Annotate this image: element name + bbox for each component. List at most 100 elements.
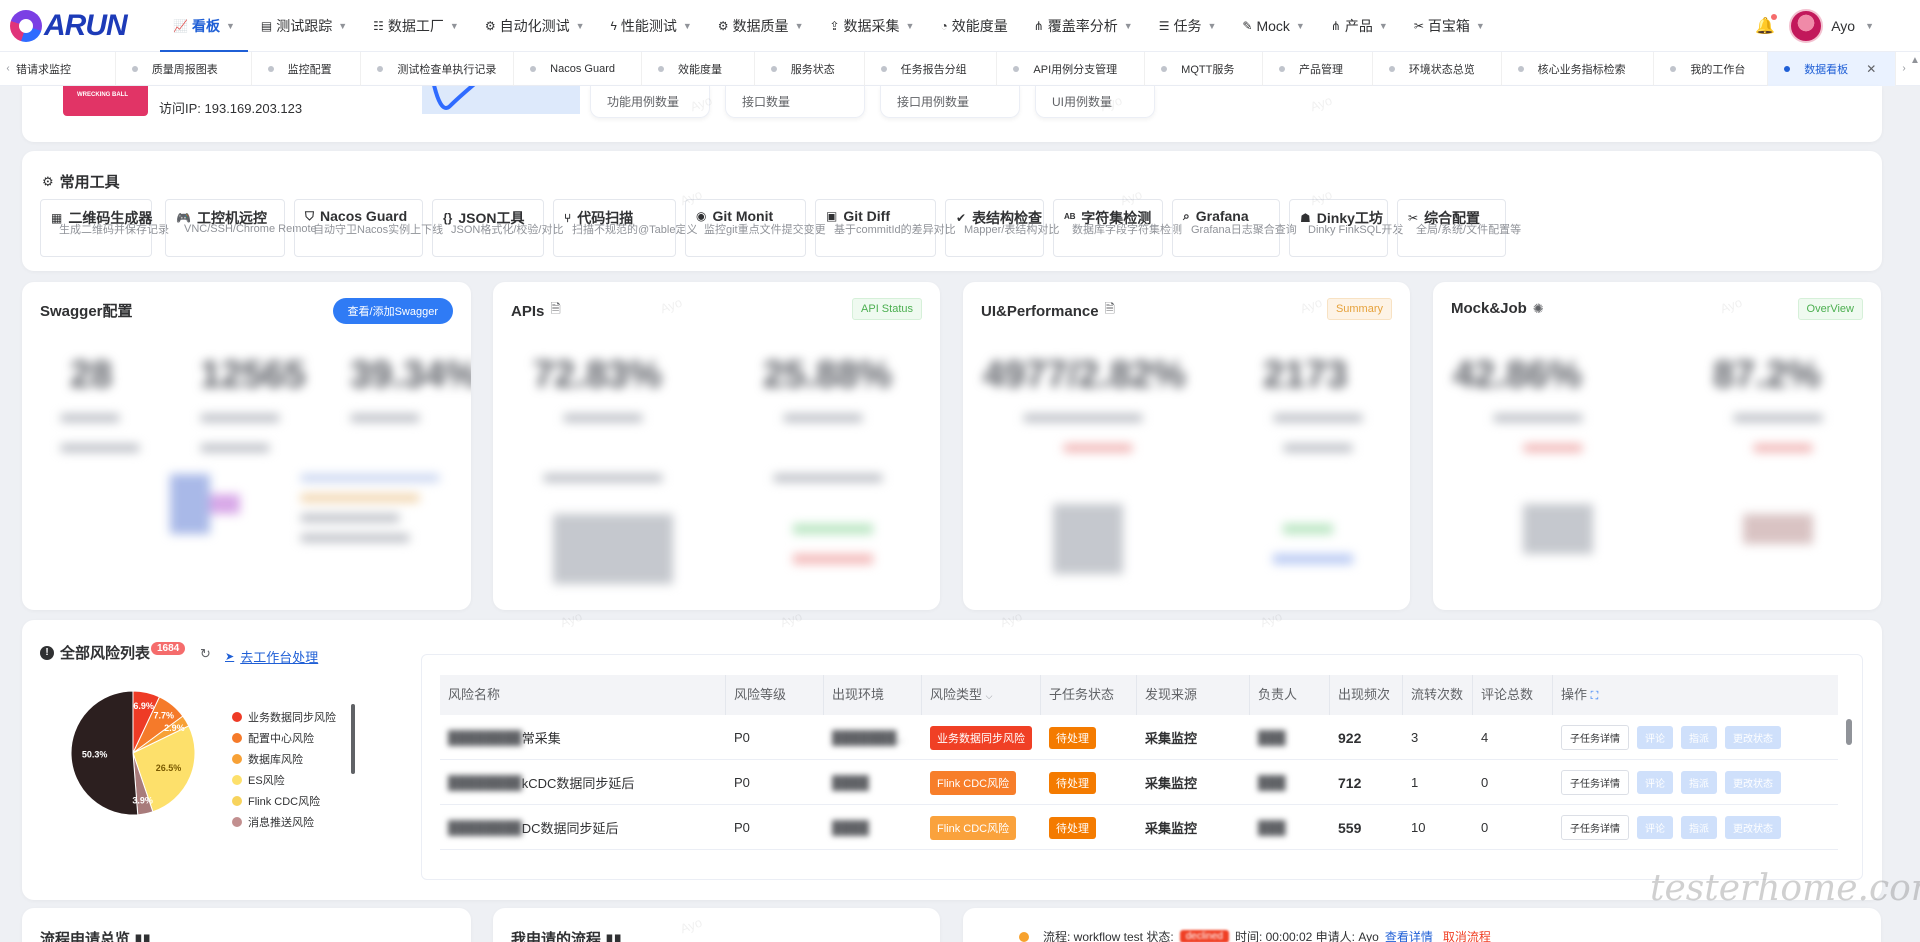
legend-item[interactable]: Flink CDC风险 <box>232 790 336 811</box>
refresh-icon[interactable]: ↻ <box>200 646 211 662</box>
tab[interactable]: 数据看板 ✕ <box>1768 51 1896 86</box>
nav-item[interactable]: ▤ 测试跟踪 ▼ <box>248 0 360 52</box>
avatar[interactable] <box>1789 9 1824 43</box>
nav-item[interactable]: ϟ 性能测试 ▼ <box>598 0 705 52</box>
tab[interactable]: 任务报告分组 <box>865 51 998 86</box>
tool-card[interactable]: ✂ 综合配置 全局/系统/文件配置等 <box>1397 199 1521 257</box>
row-action-button[interactable]: 指派 <box>1681 816 1717 839</box>
view-detail-link[interactable]: 查看详情 <box>1385 928 1433 942</box>
row-action-button[interactable]: 子任务详情 <box>1561 815 1629 840</box>
column-header[interactable]: 风险名称 <box>440 675 726 715</box>
tool-card[interactable]: ⑂ 代码扫描 扫描不规范的@Table定义 <box>553 199 697 257</box>
legend-item[interactable]: 数据库风险 <box>232 748 336 769</box>
column-header[interactable]: 风险等级 <box>726 675 824 715</box>
cancel-flow-link[interactable]: 取消流程 <box>1443 928 1491 942</box>
fullscreen-icon[interactable]: ⛶ <box>1591 690 1599 702</box>
close-icon[interactable]: ✕ <box>1866 62 1876 76</box>
column-header[interactable]: 流转次数 <box>1403 675 1473 715</box>
tab[interactable]: 核心业务指标检索 <box>1502 51 1655 86</box>
tab[interactable]: 我的工作台 <box>1654 51 1769 86</box>
stat-ui-cases[interactable]: UI用例数量 <box>1035 86 1155 118</box>
row-action-button[interactable]: 评论 <box>1637 726 1673 749</box>
column-header[interactable]: 操作 ⛶ <box>1553 675 1838 715</box>
view-add-swagger-button[interactable]: 查看/添加Swagger <box>332 298 453 324</box>
row-action-button[interactable]: 更改状态 <box>1725 816 1781 839</box>
row-action-button[interactable]: 评论 <box>1637 816 1673 839</box>
nav-item[interactable]: ⚙ 自动化测试 ▼ <box>472 0 598 52</box>
nav-item[interactable]: ◔ 效能度量 <box>927 0 1020 52</box>
table-row[interactable]: ████████ 常采集 P0 ███████.. 业务数据同步风险 待处理 采集监控 ███… <box>440 715 1838 760</box>
column-header[interactable]: 出现频次 <box>1330 675 1403 715</box>
tool-card[interactable]: ☗ Dinky工坊 Dinky FinkSQL开发 <box>1289 199 1403 257</box>
tool-card[interactable]: ◉ Git Monit 监控git重点文件提交变更 <box>685 199 826 257</box>
column-header[interactable]: 出现环境 <box>824 675 922 715</box>
nav-item[interactable]: ⋔ 产品 ▼ <box>1318 0 1401 52</box>
tab[interactable]: 监控配置 <box>252 51 362 86</box>
nav-item[interactable]: ⋔ 覆盖率分析 ▼ <box>1021 0 1146 52</box>
username[interactable]: Ayo <box>1831 18 1855 34</box>
nav-item[interactable]: ✂ 百宝箱 ▼ <box>1401 0 1498 52</box>
tab[interactable]: 环境状态总览 <box>1373 51 1502 86</box>
tab[interactable]: 服务状态 <box>755 51 865 86</box>
tab[interactable]: MQTT服务 <box>1145 51 1263 86</box>
nav-item[interactable]: ☷ 数据工厂 ▼ <box>360 0 472 52</box>
goto-workbench-link[interactable]: ➤ 去工作台处理 <box>225 647 318 666</box>
row-action-button[interactable]: 更改状态 <box>1725 726 1781 749</box>
nav-item[interactable]: ☰ 任务 ▼ <box>1146 0 1230 52</box>
nav-item[interactable]: 📈 看板 ▼ <box>160 0 248 52</box>
legend-scrollbar[interactable] <box>351 704 355 774</box>
nav-item[interactable]: ✎ Mock ▼ <box>1229 0 1317 52</box>
tab[interactable]: API用例分支管理 <box>997 51 1146 86</box>
row-action-button[interactable]: 子任务详情 <box>1561 770 1629 795</box>
column-header[interactable]: 负责人 <box>1250 675 1330 715</box>
table-row[interactable]: ████████ kCDC数据同步延后 P0 ████ Flink CDC风险 待处理 采集… <box>440 760 1838 805</box>
chevron-left-icon[interactable]: ‹ <box>0 63 16 74</box>
row-action-button[interactable]: 子任务详情 <box>1561 725 1629 750</box>
tab[interactable]: 效能度量 <box>642 51 755 86</box>
table-scrollbar[interactable] <box>1846 719 1852 745</box>
bell-icon[interactable]: 🔔 <box>1755 14 1778 36</box>
row-action-button[interactable]: 指派 <box>1681 771 1717 794</box>
table-row[interactable]: ████████ DC数据同步延后 P0 ████ Flink CDC风险 待处理 采集监控… <box>440 805 1838 850</box>
summary-tag[interactable]: Summary <box>1326 298 1392 320</box>
tool-card[interactable]: {} JSON工具 JSON格式化/校验/对比 <box>432 199 563 257</box>
logo[interactable]: ARUN <box>0 9 160 43</box>
table-cell: 子任务详情 评论 指派 更改状态 <box>1553 805 1838 850</box>
row-action-button[interactable]: 指派 <box>1681 726 1717 749</box>
column-header[interactable]: 风险类型 ⌵ <box>922 675 1041 715</box>
legend-item[interactable]: ES风险 <box>232 769 336 790</box>
row-action-button[interactable]: 评论 <box>1637 771 1673 794</box>
stat-interfaces[interactable]: 接口数量 <box>725 86 865 118</box>
legend-item[interactable]: 配置中心风险 <box>232 727 336 748</box>
stat-interface-cases[interactable]: 接口用例数量 <box>880 86 1020 118</box>
overview-tag[interactable]: OverView <box>1797 298 1863 320</box>
tab[interactable]: 测试检查单执行记录 <box>361 51 515 86</box>
column-header[interactable]: 子任务状态 <box>1041 675 1137 715</box>
row-action-button[interactable]: 更改状态 <box>1725 771 1781 794</box>
chevron-down-icon[interactable]: ▼ <box>1865 21 1874 31</box>
nav-item[interactable]: ⚙ 数据质量 ▼ <box>705 0 817 52</box>
column-header[interactable]: 发现来源 <box>1137 675 1250 715</box>
tab[interactable]: 错请求监控 <box>16 51 116 86</box>
legend-item[interactable]: 消息推送风险 <box>232 811 336 832</box>
nav-item[interactable]: ⇪ 数据采集 ▼ <box>816 0 927 52</box>
legend-item[interactable]: 业务数据同步风险 <box>232 706 336 727</box>
tool-card[interactable]: ▦ 二维码生成器 生成二维码并保存记录 <box>40 199 169 257</box>
tool-card[interactable]: ▣ Git Diff 基于commitId的差异对比 <box>815 199 956 257</box>
tool-card[interactable]: ᴬᴮ 字符集检测 数据库字段字符集检测 <box>1053 199 1182 257</box>
chevron-down-icon: ▼ <box>1475 20 1485 31</box>
tab[interactable]: 质量周报图表 <box>116 51 252 86</box>
page-scroll-up[interactable]: ▲ <box>1910 55 1920 75</box>
tool-card[interactable]: ⛉ Nacos Guard 自动守卫Nacos实例上下线 <box>294 199 443 257</box>
chevron-down-icon[interactable]: ⌵ <box>986 691 993 701</box>
tool-card[interactable]: ⌕ Grafana Grafana日志聚合查询 <box>1172 199 1297 257</box>
api-status-tag[interactable]: API Status <box>852 298 922 320</box>
tab[interactable]: 产品管理 <box>1263 51 1373 86</box>
tab[interactable]: Nacos Guard <box>514 51 642 86</box>
panel-title: UI&Performance 🗎 <box>981 300 1115 322</box>
chevron-down-icon: ▼ <box>1295 20 1305 31</box>
tool-card[interactable]: 🎮 工控机远控 VNC/SSH/Chrome Remote <box>165 199 317 257</box>
tool-card[interactable]: ✔ 表结构检查 Mapper/表结构对比 <box>945 199 1059 257</box>
column-header[interactable]: 评论总数 <box>1473 675 1553 715</box>
table-cell: 业务数据同步风险 <box>922 715 1041 760</box>
